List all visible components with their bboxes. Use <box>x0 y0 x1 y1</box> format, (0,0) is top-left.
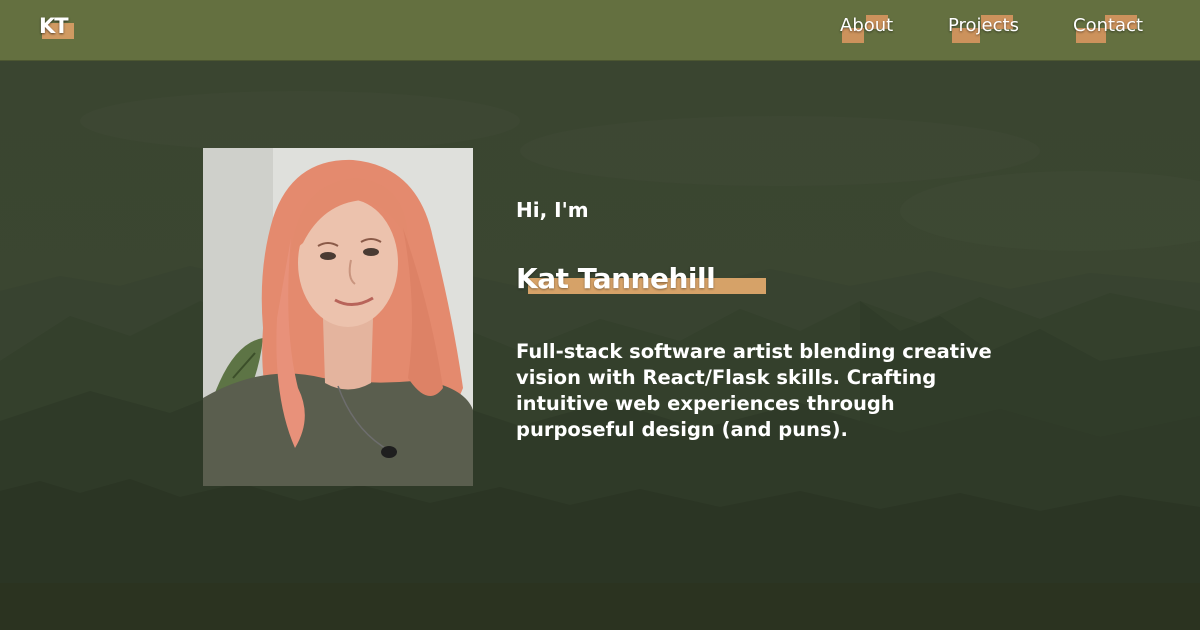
profile-photo <box>203 148 473 486</box>
footer-band <box>0 583 1200 630</box>
name-text: Kat Tannehill <box>516 262 716 295</box>
greeting-text: Hi, I'm <box>516 198 589 222</box>
logo-link[interactable]: KT <box>39 13 74 41</box>
nav-link-label: Contact <box>1073 15 1144 36</box>
name-heading: Kat Tannehill <box>516 262 776 298</box>
logo-text: KT <box>39 14 69 38</box>
nav-link-contact[interactable]: Contact <box>1073 13 1144 43</box>
nav-link-about[interactable]: About <box>840 13 894 43</box>
nav-link-projects[interactable]: Projects <box>948 13 1019 43</box>
hero-section <box>0 61 1200 583</box>
navbar: KT About Projects Contact <box>0 0 1200 61</box>
nav-link-label: About <box>840 15 894 36</box>
portrait-image <box>203 148 473 486</box>
nav-link-label: Projects <box>948 15 1019 36</box>
mountain-background <box>0 61 1200 583</box>
bio-text: Full-stack software artist blending crea… <box>516 340 992 441</box>
